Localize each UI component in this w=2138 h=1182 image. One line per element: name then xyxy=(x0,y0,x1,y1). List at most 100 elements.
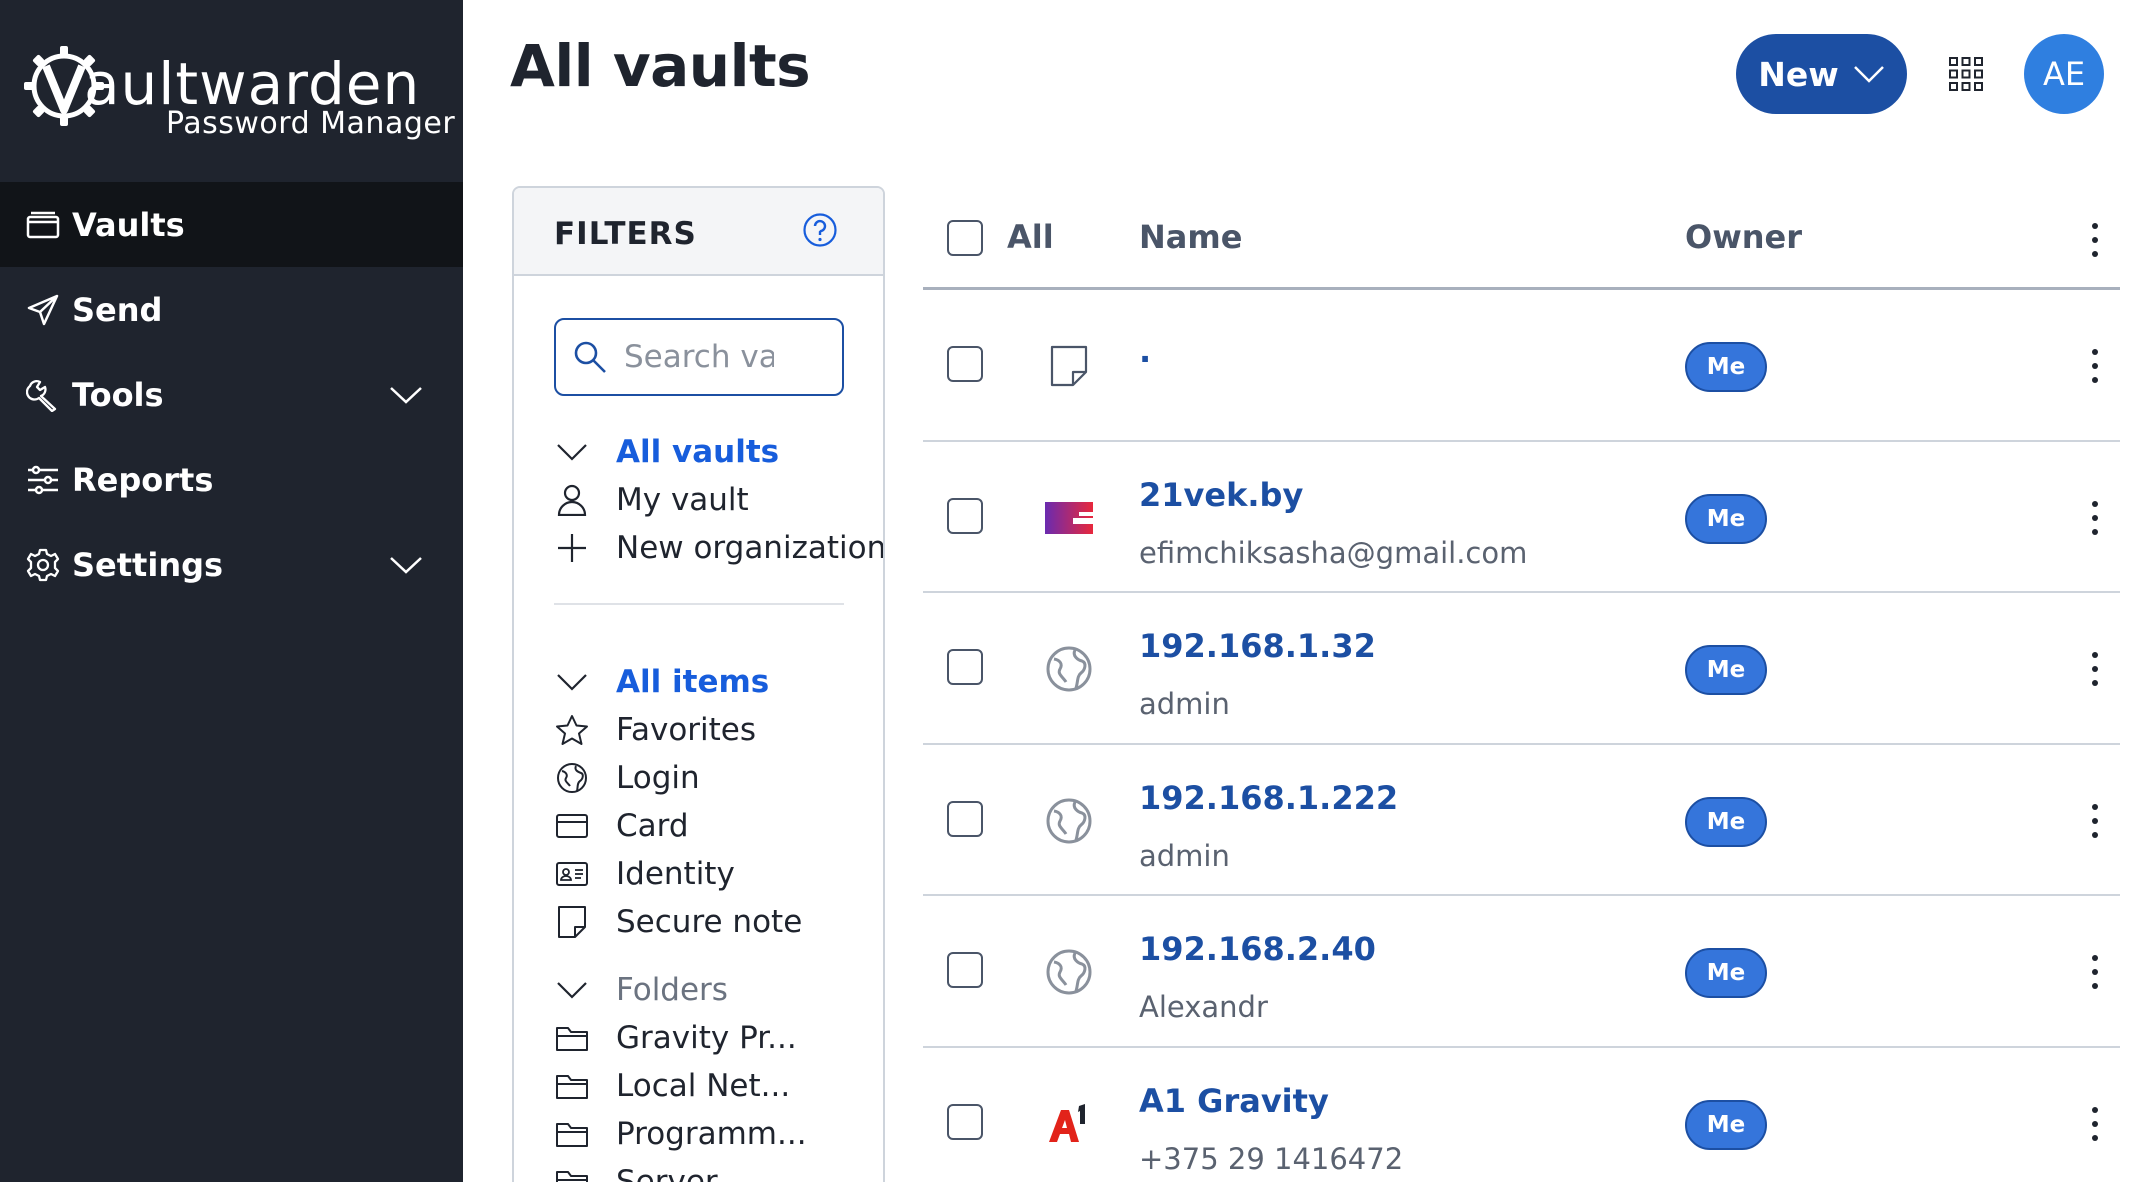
filter-label: Favorites xyxy=(616,712,757,748)
globe-icon xyxy=(1045,645,1093,693)
folder-icon xyxy=(554,1068,590,1104)
folder-item[interactable]: Server xyxy=(554,1158,883,1182)
logo-subtitle: Password Manager xyxy=(166,106,456,141)
owner-badge: Me xyxy=(1685,342,1767,392)
chevron-down-icon[interactable] xyxy=(389,550,423,578)
item-name-link[interactable]: 192.168.2.40 xyxy=(1139,930,1376,968)
folder-item[interactable]: Programm... xyxy=(554,1110,883,1158)
item-username: Alexandr xyxy=(1139,990,1268,1024)
owner-badge: Me xyxy=(1685,493,1767,544)
user-icon xyxy=(554,482,590,518)
table-row[interactable]: 192.168.1.32 admin Me xyxy=(923,593,2120,745)
new-button-label: New xyxy=(1758,54,1839,94)
filter-card[interactable]: Card xyxy=(554,802,883,850)
help-icon[interactable] xyxy=(802,212,838,248)
column-header-owner[interactable]: Owner xyxy=(1685,218,1802,256)
more-options-icon[interactable] xyxy=(2085,346,2105,386)
filter-secure-note[interactable]: Secure note xyxy=(554,898,883,946)
sidebar-nav: Vaults Send Tools Reports Settings xyxy=(0,182,463,607)
types-filter-list: All items Favorites Login Card Identity … xyxy=(554,658,883,1182)
filter-label: Server xyxy=(616,1164,718,1182)
more-options-icon[interactable] xyxy=(2085,801,2105,841)
row-checkbox[interactable] xyxy=(947,649,983,685)
row-checkbox[interactable] xyxy=(947,497,983,534)
row-checkbox[interactable] xyxy=(947,1103,983,1140)
row-checkbox[interactable] xyxy=(947,800,983,837)
filter-label: Gravity Pr... xyxy=(616,1020,797,1056)
new-button[interactable]: New xyxy=(1736,34,1907,114)
filter-login[interactable]: Login xyxy=(554,754,883,802)
account-avatar[interactable]: AE xyxy=(2024,34,2104,114)
more-options-icon[interactable] xyxy=(2085,220,2105,260)
chevron-down-icon[interactable] xyxy=(389,380,423,408)
sidebar-item-label: Tools xyxy=(72,375,164,414)
vault-items-table: All Name Owner . Me 21vek.by efimchiksas… xyxy=(923,186,2120,1182)
globe-icon xyxy=(1045,797,1093,845)
sidebar-item-label: Send xyxy=(72,290,163,329)
filter-label: All vaults xyxy=(616,434,780,470)
table-row[interactable]: A1 Gravity +375 29 1416472 Me xyxy=(923,1048,2120,1182)
wrench-icon xyxy=(26,378,60,412)
sidebar-item-settings[interactable]: Settings xyxy=(0,522,463,607)
filters-panel: FILTERS All vaults My vault New organiza… xyxy=(512,186,885,1182)
table-row[interactable]: 192.168.1.222 admin Me xyxy=(923,745,2120,896)
sidebar: aultwarden Password Manager Vaults Send … xyxy=(0,0,463,1182)
item-name-link[interactable]: 192.168.1.222 xyxy=(1139,779,1398,817)
table-row[interactable]: 21vek.by efimchiksasha@gmail.com Me xyxy=(923,442,2120,593)
plus-icon xyxy=(554,530,590,566)
send-icon xyxy=(26,293,60,327)
owner-badge: Me xyxy=(1685,1099,1767,1150)
filter-new-organization[interactable]: New organization xyxy=(554,524,883,572)
filter-identity[interactable]: Identity xyxy=(554,850,883,898)
item-username: admin xyxy=(1139,838,1230,873)
sidebar-item-send[interactable]: Send xyxy=(0,267,463,352)
note-icon xyxy=(554,904,590,940)
folder-item[interactable]: Local Net... xyxy=(554,1062,883,1110)
more-options-icon[interactable] xyxy=(2085,498,2105,538)
filters-title: FILTERS xyxy=(554,216,697,252)
avatar-initials: AE xyxy=(2042,55,2086,93)
item-name-link[interactable]: 192.168.1.32 xyxy=(1139,627,1376,665)
vaultwarden-logo[interactable]: aultwarden Password Manager xyxy=(22,40,455,150)
filter-all-vaults[interactable]: All vaults xyxy=(554,428,883,476)
search-vault-field[interactable] xyxy=(554,318,844,396)
folder-item[interactable]: Gravity Pr... xyxy=(554,1014,883,1062)
sidebar-item-reports[interactable]: Reports xyxy=(0,437,463,522)
filter-favorites[interactable]: Favorites xyxy=(554,706,883,754)
star-icon xyxy=(554,712,590,748)
filter-my-vault[interactable]: My vault xyxy=(554,476,883,524)
table-row[interactable]: . Me xyxy=(923,290,2120,442)
search-vault-input[interactable] xyxy=(624,339,774,375)
more-options-icon[interactable] xyxy=(2085,1104,2105,1144)
chevron-down-icon[interactable] xyxy=(554,664,590,700)
more-options-icon[interactable] xyxy=(2085,952,2105,992)
filter-label: Local Net... xyxy=(616,1068,791,1104)
sidebar-item-vaults[interactable]: Vaults xyxy=(0,182,463,267)
sidebar-item-label: Reports xyxy=(72,460,214,499)
sidebar-item-tools[interactable]: Tools xyxy=(0,352,463,437)
filter-label: Login xyxy=(616,760,700,796)
column-header-name[interactable]: Name xyxy=(1139,218,1242,256)
item-username: +375 29 1416472 xyxy=(1139,1141,1404,1176)
filter-label: Programm... xyxy=(616,1116,807,1152)
filters-divider xyxy=(554,603,844,605)
filter-folders-header[interactable]: Folders xyxy=(554,966,883,1014)
globe-icon xyxy=(554,760,590,796)
more-options-icon[interactable] xyxy=(2085,649,2105,689)
chevron-down-icon[interactable] xyxy=(554,434,590,470)
row-checkbox[interactable] xyxy=(947,346,983,382)
chevron-down-icon[interactable] xyxy=(554,972,590,1008)
item-name-link[interactable]: 21vek.by xyxy=(1139,476,1303,514)
vaults-filter-list: All vaults My vault New organization xyxy=(554,428,883,572)
globe-icon xyxy=(1045,948,1093,996)
a1-logo-icon xyxy=(1045,1100,1093,1148)
table-row[interactable]: 192.168.2.40 Alexandr Me xyxy=(923,896,2120,1048)
item-name-link[interactable]: A1 Gravity xyxy=(1139,1082,1329,1120)
vault-icon xyxy=(26,208,60,242)
app-switcher-grid-icon[interactable] xyxy=(1948,56,1984,92)
gear-icon xyxy=(26,548,60,582)
item-name-link[interactable]: . xyxy=(1139,332,1151,370)
row-checkbox[interactable] xyxy=(947,952,983,988)
select-all-checkbox[interactable] xyxy=(947,220,983,256)
filter-all-items[interactable]: All items xyxy=(554,658,883,706)
